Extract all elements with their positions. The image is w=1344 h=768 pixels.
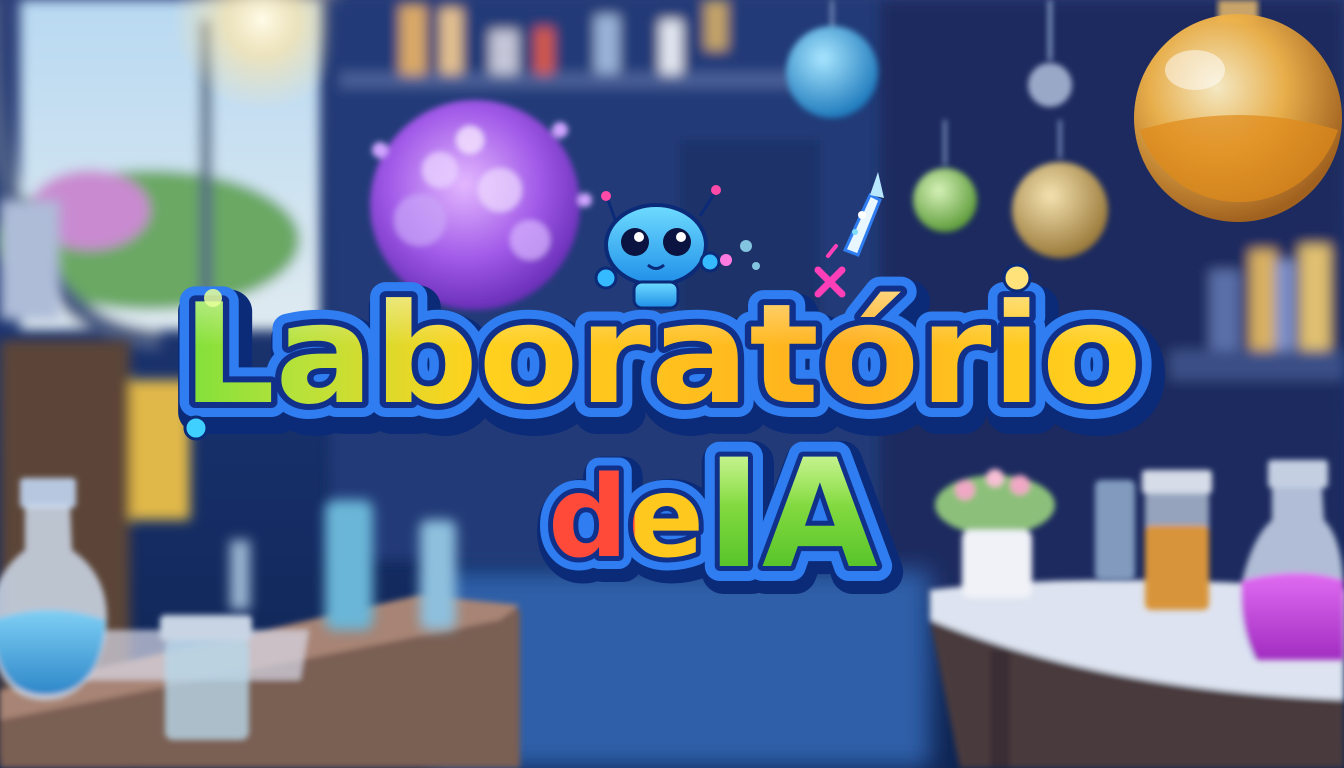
title-screen: Laboratório Laboratório Laboratório Labo… (0, 0, 1344, 768)
logo-ia-shine: IA (706, 428, 878, 602)
multiply-symbol-icon (814, 244, 846, 298)
logo-de-word: de (548, 453, 704, 583)
logo-line-2: de IA de IA de IA de IA IA (532, 412, 904, 630)
magic-wand-icon (842, 172, 884, 257)
game-logo: Laboratório Laboratório Laboratório Labo… (166, 172, 1170, 630)
